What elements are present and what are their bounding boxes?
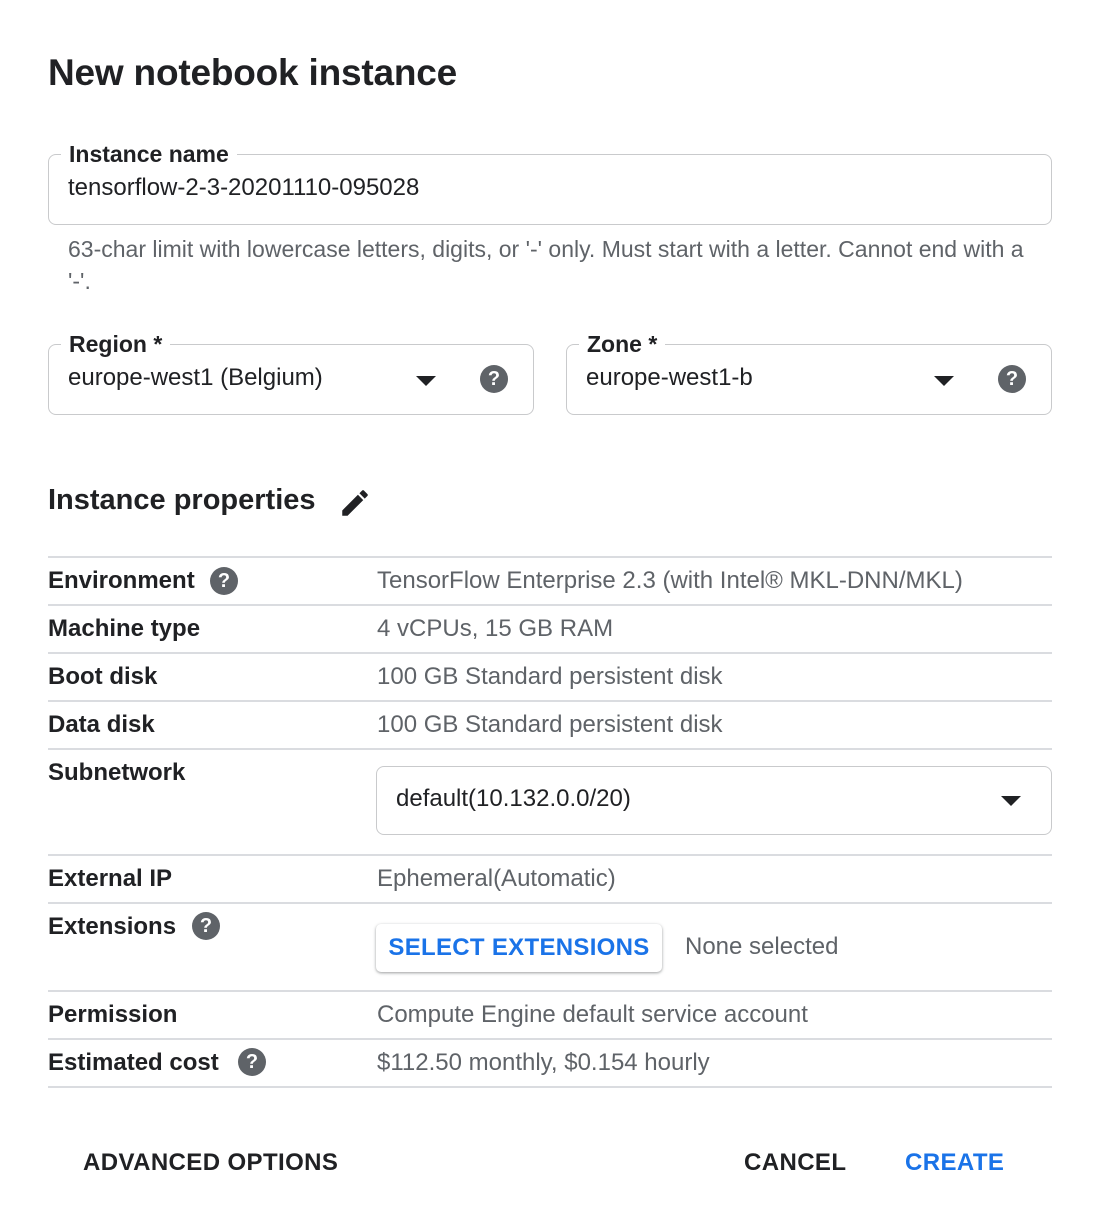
help-circle-icon[interactable]: ? <box>480 365 508 393</box>
instance-properties-title: Instance properties <box>48 484 316 516</box>
data-disk-label: Data disk <box>48 711 155 738</box>
permission-label: Permission <box>48 1001 178 1028</box>
estimated-cost-label: Estimated cost <box>48 1049 219 1076</box>
divider <box>48 556 1052 558</box>
extensions-status: None selected <box>685 933 839 960</box>
region-value: europe-west1 (Belgium) <box>68 364 323 391</box>
dropdown-caret-icon[interactable] <box>416 376 436 386</box>
subnetwork-value: default(10.132.0.0/20) <box>396 785 631 812</box>
subnetwork-select[interactable]: default(10.132.0.0/20) <box>376 766 1052 835</box>
machine-type-label: Machine type <box>48 615 201 642</box>
instance-name-input[interactable] <box>68 173 968 203</box>
instance-name-hint: 63-char limit with lowercase letters, di… <box>68 236 1024 294</box>
environment-label: Environment <box>48 567 195 594</box>
dropdown-caret-icon[interactable] <box>1001 796 1021 806</box>
divider <box>48 902 1052 904</box>
advanced-options-button[interactable]: ADVANCED OPTIONS <box>83 1148 338 1178</box>
help-circle-icon[interactable]: ? <box>192 912 220 940</box>
external-ip-label: External IP <box>48 865 173 892</box>
divider <box>48 1038 1052 1040</box>
divider <box>48 652 1052 654</box>
select-extensions-button[interactable]: SELECT EXTENSIONS <box>376 924 662 972</box>
subnetwork-label: Subnetwork <box>48 759 186 786</box>
zone-value: europe-west1-b <box>586 364 753 391</box>
create-button[interactable]: CREATE <box>905 1148 1004 1178</box>
divider <box>48 700 1052 702</box>
boot-disk-value: 100 GB Standard persistent disk <box>377 663 723 690</box>
environment-value: TensorFlow Enterprise 2.3 (with Intel® M… <box>377 567 963 594</box>
zone-label: Zone * <box>579 330 666 358</box>
dropdown-caret-icon[interactable] <box>934 376 954 386</box>
divider <box>48 748 1052 750</box>
data-disk-value: 100 GB Standard persistent disk <box>377 711 723 738</box>
divider <box>48 854 1052 856</box>
boot-disk-label: Boot disk <box>48 663 158 690</box>
dialog-title: New notebook instance <box>48 52 458 93</box>
instance-name-field[interactable]: Instance name <box>48 140 1052 225</box>
help-circle-icon[interactable]: ? <box>238 1048 266 1076</box>
divider <box>48 1086 1052 1088</box>
pencil-icon[interactable] <box>338 486 372 520</box>
machine-type-value: 4 vCPUs, 15 GB RAM <box>377 615 614 642</box>
external-ip-value: Ephemeral(Automatic) <box>377 865 616 892</box>
region-select[interactable]: Region * europe-west1 (Belgium) ? <box>48 330 534 415</box>
help-circle-icon[interactable]: ? <box>998 365 1026 393</box>
divider <box>48 604 1052 606</box>
zone-select[interactable]: Zone * europe-west1-b ? <box>566 330 1052 415</box>
permission-value: Compute Engine default service account <box>377 1001 808 1028</box>
cancel-button[interactable]: CANCEL <box>744 1148 846 1178</box>
help-circle-icon[interactable]: ? <box>210 567 238 595</box>
extensions-label: Extensions <box>48 913 177 940</box>
divider <box>48 990 1052 992</box>
estimated-cost-value: $112.50 monthly, $0.154 hourly <box>377 1049 710 1076</box>
instance-name-label: Instance name <box>61 140 237 168</box>
region-label: Region * <box>61 330 171 358</box>
